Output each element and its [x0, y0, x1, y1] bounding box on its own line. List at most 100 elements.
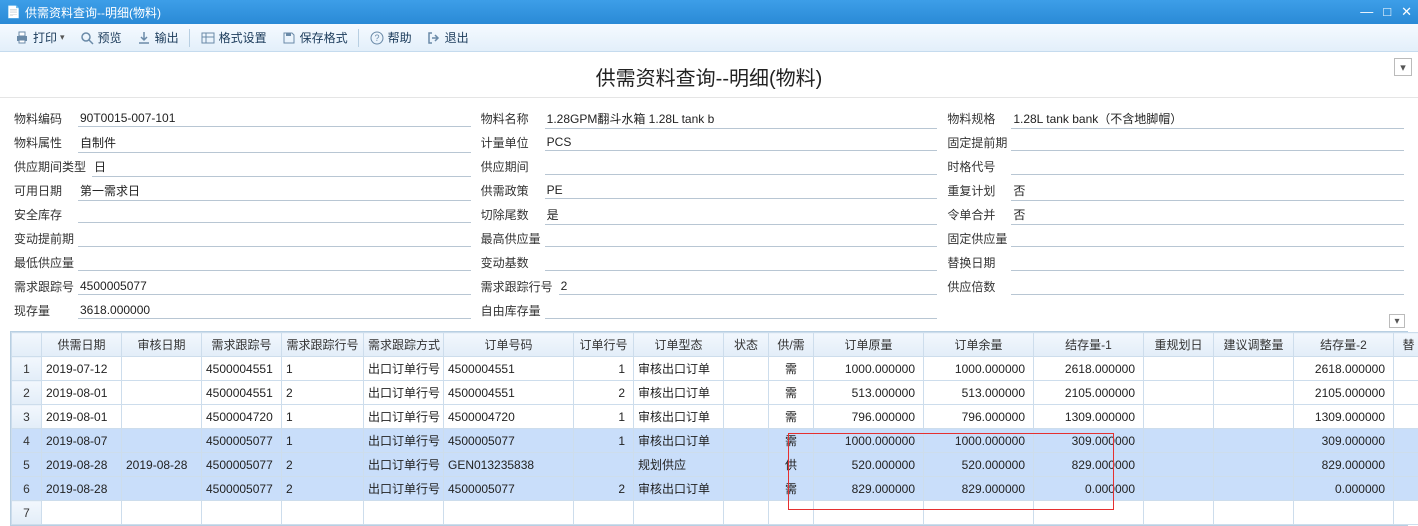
col-header[interactable]: 供需日期: [42, 333, 122, 357]
table-cell[interactable]: 1000.000000: [814, 429, 924, 453]
table-cell[interactable]: 审核出口订单: [634, 429, 724, 453]
table-cell[interactable]: [1294, 501, 1394, 525]
col-header[interactable]: 订单余量: [924, 333, 1034, 357]
fld-value[interactable]: 1.28GPM翻斗水箱 1.28L tank b: [545, 109, 938, 129]
table-cell[interactable]: 4500005077: [202, 453, 282, 477]
table-cell[interactable]: 1: [282, 429, 364, 453]
fld-value[interactable]: [1011, 135, 1404, 151]
table-cell[interactable]: [444, 501, 574, 525]
table-cell[interactable]: 1: [282, 405, 364, 429]
table-cell[interactable]: 796.000000: [924, 405, 1034, 429]
table-cell[interactable]: 审核出口订单: [634, 381, 724, 405]
table-cell[interactable]: 513.000000: [814, 381, 924, 405]
table-cell[interactable]: 1309.000000: [1294, 405, 1394, 429]
col-header[interactable]: 订单原量: [814, 333, 924, 357]
table-cell[interactable]: 2019-08-28: [122, 453, 202, 477]
table-cell[interactable]: 审核出口订单: [634, 405, 724, 429]
fld-value[interactable]: [1011, 231, 1404, 247]
table-cell[interactable]: 1000.000000: [924, 429, 1034, 453]
table-cell[interactable]: 4500004551: [444, 381, 574, 405]
table-cell[interactable]: [122, 357, 202, 381]
table-cell[interactable]: [1214, 453, 1294, 477]
table-cell[interactable]: 4500004720: [444, 405, 574, 429]
col-header[interactable]: 重规划日: [1144, 333, 1214, 357]
table-cell[interactable]: 1000.000000: [924, 357, 1034, 381]
fld-value[interactable]: [1011, 279, 1404, 295]
fld-value[interactable]: 是: [545, 205, 938, 225]
table-cell[interactable]: 796.000000: [814, 405, 924, 429]
table-cell[interactable]: 4500005077: [444, 429, 574, 453]
format-button[interactable]: 格式设置: [194, 27, 273, 48]
col-header[interactable]: 建议调整量: [1214, 333, 1294, 357]
table-cell[interactable]: 0.000000: [1034, 477, 1144, 501]
col-header[interactable]: 需求跟踪号: [202, 333, 282, 357]
table-row[interactable]: 22019-08-0145000045512出口订单行号45000045512审…: [12, 381, 1418, 405]
table-cell[interactable]: 4500004720: [202, 405, 282, 429]
table-cell[interactable]: [724, 405, 769, 429]
table-cell[interactable]: [1144, 429, 1214, 453]
table-cell[interactable]: [724, 501, 769, 525]
table-cell[interactable]: [122, 501, 202, 525]
close-button[interactable]: ✕: [1401, 4, 1412, 20]
table-cell[interactable]: [1144, 357, 1214, 381]
table-cell[interactable]: [924, 501, 1034, 525]
table-cell[interactable]: 1309.000000: [1034, 405, 1144, 429]
table-row[interactable]: 12019-07-1245000045511出口订单行号45000045511审…: [12, 357, 1418, 381]
col-rownum[interactable]: [12, 333, 42, 357]
table-cell[interactable]: [282, 501, 364, 525]
fld-value[interactable]: [545, 303, 938, 319]
table-cell[interactable]: 2019-08-01: [42, 381, 122, 405]
table-row[interactable]: 52019-08-282019-08-2845000050772出口订单行号GE…: [12, 453, 1418, 477]
table-cell[interactable]: 1000.000000: [814, 357, 924, 381]
fld-value[interactable]: 4500005077: [78, 278, 471, 295]
table-cell[interactable]: [724, 357, 769, 381]
table-cell[interactable]: 2019-08-28: [42, 453, 122, 477]
col-header[interactable]: 需求跟踪方式: [364, 333, 444, 357]
table-cell[interactable]: 2: [282, 477, 364, 501]
help-button[interactable]: ? 帮助: [363, 27, 418, 48]
table-cell[interactable]: 829.000000: [1294, 453, 1394, 477]
fld-value[interactable]: PCS: [545, 134, 938, 151]
table-cell[interactable]: [1214, 501, 1294, 525]
table-cell[interactable]: 2: [282, 453, 364, 477]
col-header[interactable]: 订单号码: [444, 333, 574, 357]
table-cell[interactable]: 出口订单行号: [364, 357, 444, 381]
preview-button[interactable]: 预览: [73, 27, 128, 48]
table-cell[interactable]: 需: [769, 357, 814, 381]
grid-expand-button[interactable]: ▾: [1389, 314, 1405, 328]
table-cell[interactable]: 需: [769, 381, 814, 405]
table-cell[interactable]: 1: [574, 429, 634, 453]
table-cell[interactable]: [724, 429, 769, 453]
print-button[interactable]: 打印 ▾: [8, 27, 71, 48]
table-cell[interactable]: 2: [574, 381, 634, 405]
table-cell[interactable]: 2105.000000: [1034, 381, 1144, 405]
fld-value[interactable]: [545, 231, 938, 247]
col-header[interactable]: 审核日期: [122, 333, 202, 357]
table-cell[interactable]: 审核出口订单: [634, 477, 724, 501]
table-row[interactable]: 62019-08-2845000050772出口订单行号45000050772审…: [12, 477, 1418, 501]
table-cell[interactable]: 2: [282, 381, 364, 405]
fld-value[interactable]: 2: [559, 278, 938, 295]
table-cell[interactable]: 4500005077: [444, 477, 574, 501]
fld-value[interactable]: [545, 159, 938, 175]
table-cell[interactable]: 520.000000: [814, 453, 924, 477]
col-header[interactable]: 订单行号: [574, 333, 634, 357]
expand-down-button[interactable]: ▾: [1394, 58, 1412, 76]
table-cell[interactable]: [724, 477, 769, 501]
table-cell[interactable]: 5: [12, 453, 42, 477]
table-cell[interactable]: 供: [769, 453, 814, 477]
exit-button[interactable]: 退出: [420, 27, 475, 48]
col-header[interactable]: 订单型态: [634, 333, 724, 357]
table-cell[interactable]: 2105.000000: [1294, 381, 1394, 405]
fld-value[interactable]: [78, 231, 471, 247]
table-cell[interactable]: [1214, 357, 1294, 381]
fld-value[interactable]: 自制件: [78, 133, 471, 153]
data-grid[interactable]: 供需日期 审核日期 需求跟踪号 需求跟踪行号 需求跟踪方式 订单号码 订单行号 …: [11, 332, 1418, 525]
table-cell[interactable]: [724, 453, 769, 477]
table-cell[interactable]: [1394, 429, 1418, 453]
table-cell[interactable]: GEN013235838: [444, 453, 574, 477]
table-cell[interactable]: 出口订单行号: [364, 429, 444, 453]
table-cell[interactable]: 4: [12, 429, 42, 453]
fld-value[interactable]: [1011, 255, 1404, 271]
table-cell[interactable]: 审核出口订单: [634, 357, 724, 381]
